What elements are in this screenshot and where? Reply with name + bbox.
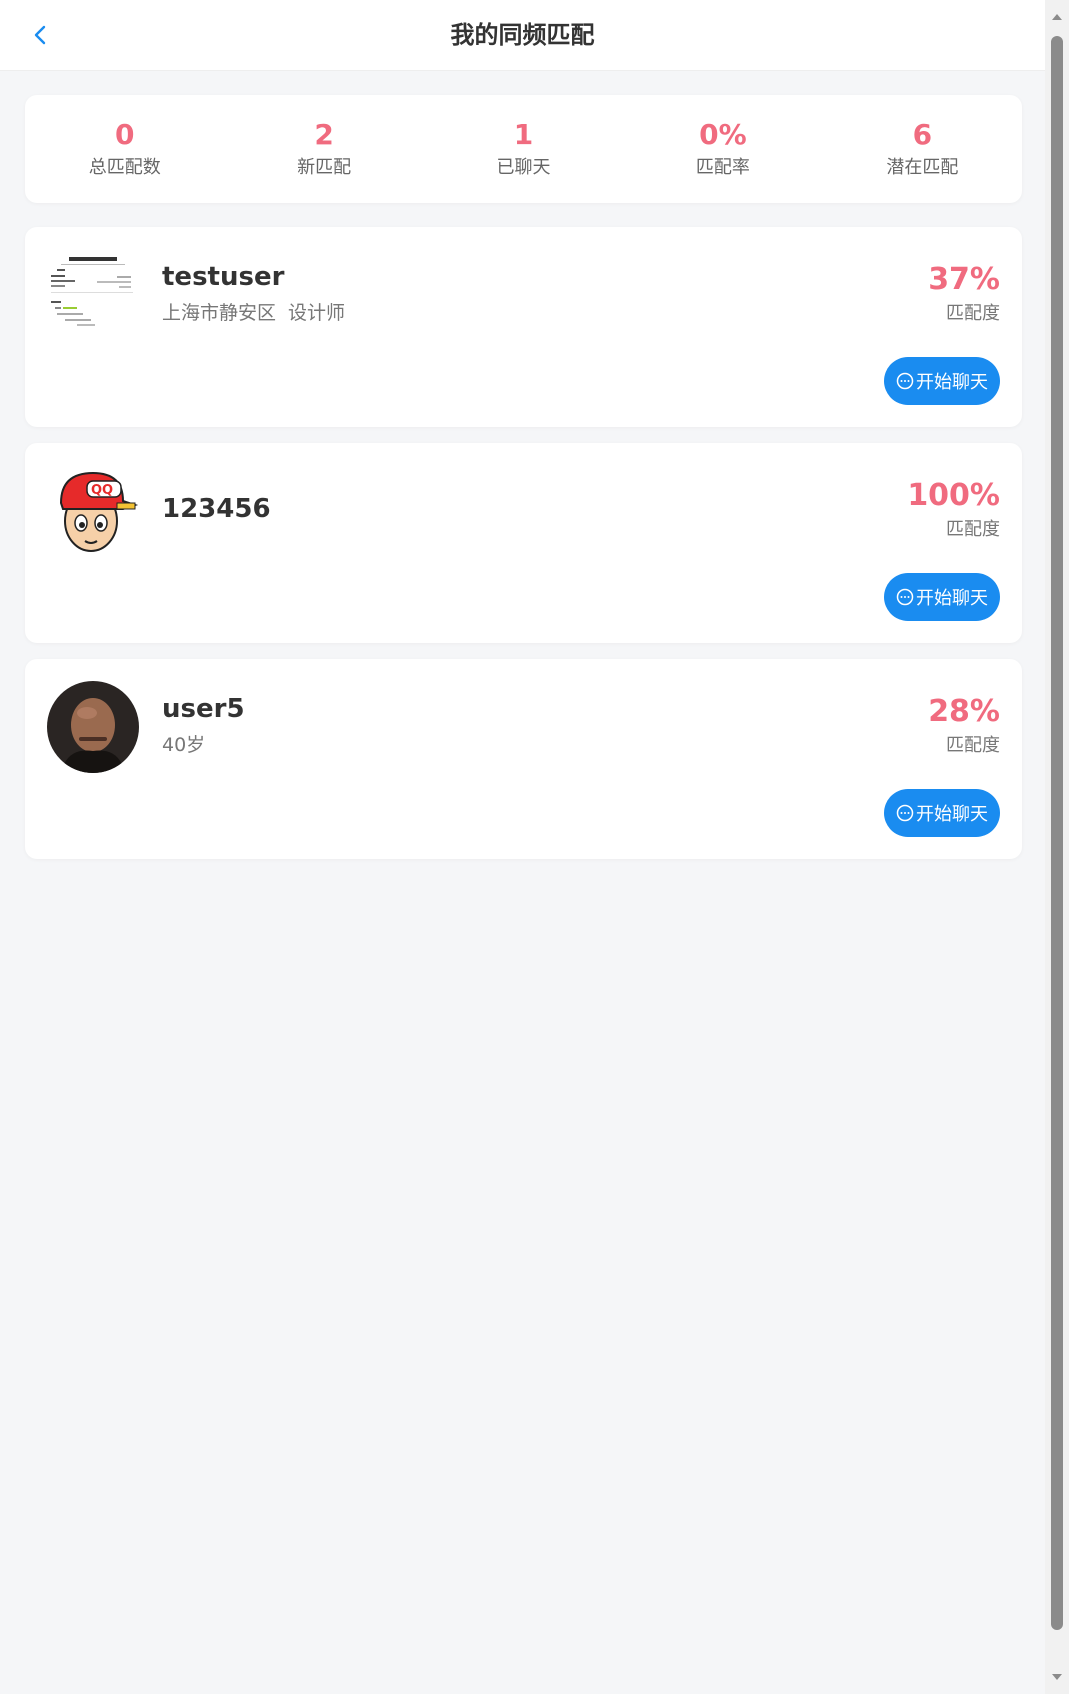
chat-bubble-icon bbox=[896, 804, 914, 822]
stat-label: 已聊天 bbox=[496, 157, 551, 178]
qq-cartoon-avatar-image: QQ bbox=[47, 465, 139, 557]
stat-chatted: 1 已聊天 bbox=[424, 95, 623, 203]
document-thumbnail-image bbox=[47, 249, 139, 341]
stat-value: 6 bbox=[912, 118, 933, 151]
user-meta: 40岁 bbox=[162, 731, 205, 759]
vertical-scrollbar[interactable] bbox=[1045, 0, 1069, 1694]
match-percent-label: 匹配度 bbox=[946, 519, 1000, 540]
nav-bar: 我的同频匹配 bbox=[0, 0, 1045, 71]
start-chat-label: 开始聊天 bbox=[916, 804, 988, 825]
start-chat-button[interactable]: 开始聊天 bbox=[884, 573, 1000, 621]
start-chat-button[interactable]: 开始聊天 bbox=[884, 789, 1000, 837]
match-percent-label: 匹配度 bbox=[946, 303, 1000, 324]
match-card[interactable]: user5 40岁 28% 匹配度 开始聊天 bbox=[25, 659, 1022, 859]
avatar bbox=[47, 249, 139, 341]
portrait-photo-image bbox=[47, 681, 139, 773]
user-job: 设计师 bbox=[288, 302, 346, 324]
start-chat-label: 开始聊天 bbox=[916, 372, 988, 393]
stat-value: 0 bbox=[114, 118, 135, 151]
scroll-down-arrow-icon[interactable] bbox=[1050, 1670, 1064, 1684]
user-location: 上海市静安区 bbox=[162, 302, 277, 324]
stat-total-matches: 0 总匹配数 bbox=[25, 95, 224, 203]
scrollbar-thumb[interactable] bbox=[1051, 36, 1063, 1630]
start-chat-button[interactable]: 开始聊天 bbox=[884, 357, 1000, 405]
stat-value: 1 bbox=[513, 118, 534, 151]
user-name: testuser bbox=[162, 262, 285, 292]
user-age: 40岁 bbox=[162, 734, 206, 756]
stat-value: 2 bbox=[314, 118, 334, 151]
avatar bbox=[47, 681, 139, 773]
stat-match-rate: 0% 匹配率 bbox=[623, 95, 822, 203]
stat-label: 匹配率 bbox=[695, 157, 750, 178]
stat-label: 总匹配数 bbox=[88, 157, 161, 178]
avatar: QQ bbox=[47, 465, 139, 557]
stat-label: 新匹配 bbox=[297, 157, 352, 178]
stat-new-matches: 2 新匹配 bbox=[224, 95, 423, 203]
match-percent-label: 匹配度 bbox=[946, 735, 1000, 756]
user-meta: 上海市静安区 设计师 bbox=[162, 299, 345, 327]
chat-bubble-icon bbox=[896, 372, 914, 390]
page: 我的同频匹配 0 总匹配数 2 新匹配 1 已聊天 0% 匹配率 6 潜在匹配 bbox=[0, 0, 1045, 1694]
chat-bubble-icon bbox=[896, 588, 914, 606]
match-card[interactable]: QQ 123456 100% 匹配度 开始聊天 bbox=[25, 443, 1022, 643]
stats-panel: 0 总匹配数 2 新匹配 1 已聊天 0% 匹配率 6 潜在匹配 bbox=[25, 95, 1022, 203]
match-card[interactable]: testuser 上海市静安区 设计师 37% 匹配度 开始聊天 bbox=[25, 227, 1022, 427]
match-percent: 28% bbox=[928, 694, 1000, 729]
user-name: 123456 bbox=[162, 494, 271, 524]
match-percent: 37% bbox=[928, 262, 1000, 297]
scroll-up-arrow-icon[interactable] bbox=[1050, 10, 1064, 24]
page-title: 我的同频匹配 bbox=[450, 21, 595, 49]
user-name: user5 bbox=[162, 694, 245, 724]
stat-potential-matches: 6 潜在匹配 bbox=[823, 95, 1022, 203]
match-percent: 100% bbox=[907, 478, 1000, 513]
svg-text:QQ: QQ bbox=[91, 483, 113, 498]
stat-value: 0% bbox=[699, 118, 747, 151]
start-chat-label: 开始聊天 bbox=[916, 588, 988, 609]
stat-label: 潜在匹配 bbox=[886, 157, 959, 178]
